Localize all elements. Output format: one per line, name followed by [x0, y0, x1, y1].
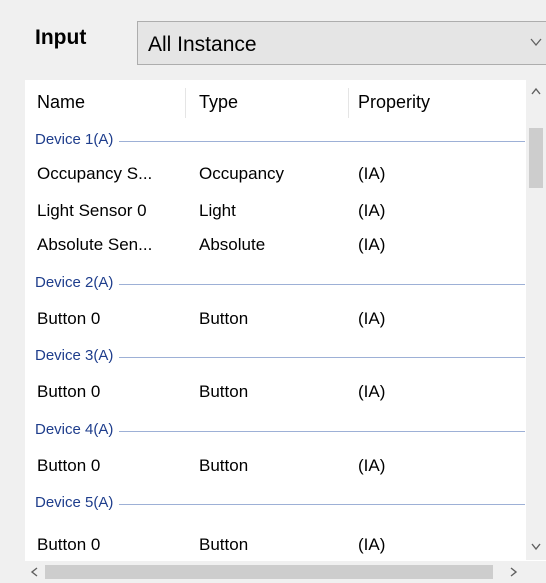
column-divider[interactable] [185, 88, 186, 118]
item-property: (IA) [358, 382, 386, 401]
group-label: Device 3(A) [35, 346, 120, 366]
group-header-device-4[interactable]: Device 4(A) [35, 420, 525, 442]
group-header-device-2[interactable]: Device 2(A) [35, 273, 525, 295]
instance-list[interactable]: Name Type Properity Device 1(A) Occupanc… [25, 80, 546, 583]
group-label: Device 1(A) [35, 130, 120, 150]
group-label: Device 5(A) [35, 493, 120, 513]
list-item[interactable]: Absolute Sen... Absolute (IA) [25, 231, 525, 259]
group-label: Device 2(A) [35, 273, 120, 293]
item-type: Occupancy [199, 164, 285, 183]
input-panel: Input All Instance Name Type Properity D… [0, 0, 546, 583]
item-name: Absolute Sen... [37, 235, 153, 254]
chevron-up-icon[interactable] [526, 82, 546, 102]
column-header-type[interactable]: Type [199, 92, 238, 113]
item-type: Button [199, 309, 249, 328]
column-header-property[interactable]: Properity [358, 92, 430, 113]
group-label: Device 4(A) [35, 420, 120, 440]
item-property: (IA) [358, 164, 386, 183]
item-type: Absolute [199, 235, 266, 254]
item-name: Button 0 [37, 456, 101, 475]
item-name: Button 0 [37, 309, 101, 328]
instance-select[interactable]: All Instance [137, 21, 546, 65]
item-name: Occupancy S... [37, 164, 153, 183]
item-type: Button [199, 382, 249, 401]
item-property: (IA) [358, 235, 386, 254]
item-name: Button 0 [37, 382, 101, 401]
input-label: Input [35, 26, 87, 49]
horizontal-scroll-thumb[interactable] [45, 565, 493, 579]
instance-select-value: All Instance [148, 33, 257, 56]
list-item[interactable]: Occupancy S... Occupancy (IA) [25, 160, 525, 188]
item-name: Light Sensor 0 [37, 201, 147, 220]
list-item[interactable]: Button 0 Button (IA) [25, 452, 525, 480]
item-name: Button 0 [37, 535, 101, 554]
vertical-scroll-thumb[interactable] [529, 128, 543, 188]
item-property: (IA) [358, 201, 386, 220]
column-header-name[interactable]: Name [37, 92, 85, 113]
item-property: (IA) [358, 309, 386, 328]
horizontal-scrollbar[interactable] [25, 561, 526, 583]
item-type: Button [199, 456, 249, 475]
column-divider[interactable] [348, 88, 349, 118]
item-property: (IA) [358, 535, 386, 554]
chevron-down-icon [530, 38, 542, 47]
chevron-down-icon[interactable] [526, 536, 546, 556]
group-header-device-1[interactable]: Device 1(A) [35, 130, 525, 152]
scrollbar-corner [526, 561, 546, 583]
list-item[interactable]: Button 0 Button (IA) [25, 531, 525, 559]
item-type: Light [199, 201, 236, 220]
chevron-right-icon[interactable] [503, 561, 523, 583]
item-property: (IA) [358, 456, 386, 475]
group-header-device-5[interactable]: Device 5(A) [35, 493, 525, 515]
chevron-left-icon[interactable] [25, 561, 45, 583]
input-header: Input All Instance [0, 0, 546, 78]
group-header-device-3[interactable]: Device 3(A) [35, 346, 525, 368]
list-item[interactable]: Button 0 Button (IA) [25, 378, 525, 406]
list-item[interactable]: Light Sensor 0 Light (IA) [25, 197, 525, 225]
list-item[interactable]: Button 0 Button (IA) [25, 305, 525, 333]
vertical-scrollbar[interactable] [526, 80, 546, 560]
item-type: Button [199, 535, 249, 554]
